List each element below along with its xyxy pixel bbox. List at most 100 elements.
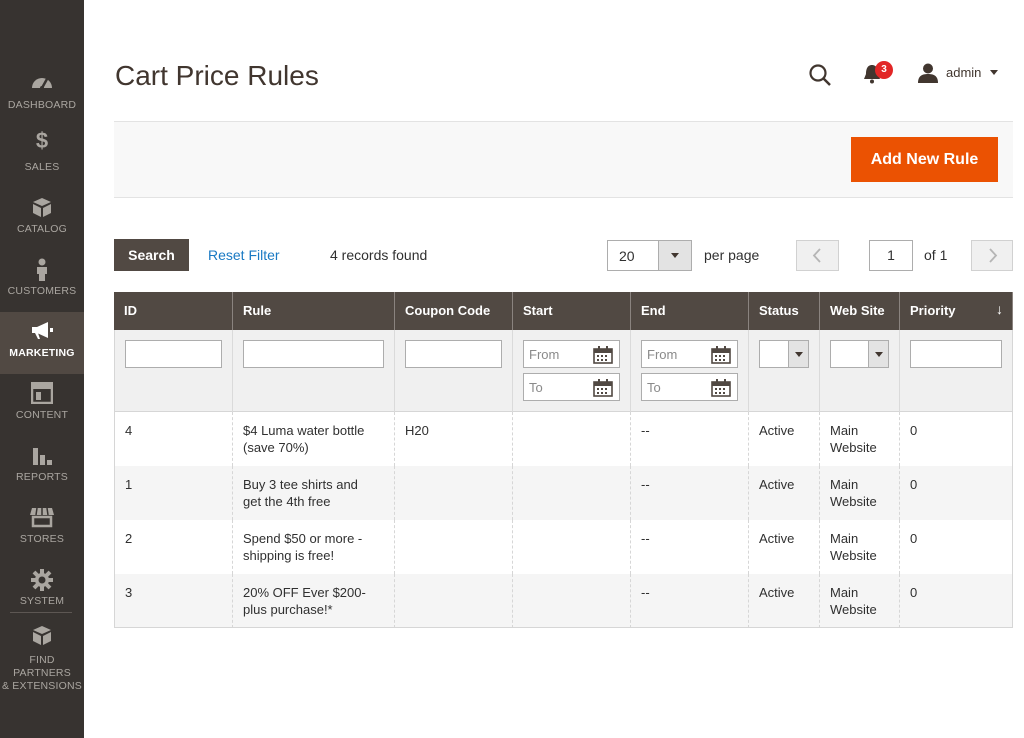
nav-label: CONTENT — [15, 409, 69, 421]
filter-end-to-input[interactable]: To — [641, 373, 738, 401]
grid-header-row: ID Rule Coupon Code Start End Status Web… — [114, 292, 1013, 330]
nav-label: SYSTEM — [19, 595, 65, 607]
nav-item-sales[interactable]: $ SALES — [0, 126, 84, 188]
next-page-button[interactable] — [971, 240, 1013, 271]
nav-item-customers[interactable]: CUSTOMERS — [0, 250, 84, 312]
cell-id: 4 — [115, 412, 233, 466]
nav-item-marketing[interactable]: MARKETING — [0, 312, 84, 374]
nav-item-find-partners[interactable]: FIND PARTNERS & EXTENSIONS — [0, 622, 84, 692]
filter-cell-id — [115, 330, 233, 412]
cell-start — [513, 520, 631, 574]
cell-website: Main Website — [820, 466, 900, 520]
nav-label: MARKETING — [9, 347, 75, 359]
add-new-rule-button[interactable]: Add New Rule — [851, 137, 998, 182]
select-arrow — [868, 341, 888, 367]
chevron-left-icon — [812, 248, 821, 263]
search-button[interactable]: Search — [114, 239, 189, 271]
user-menu-name[interactable]: admin — [946, 65, 981, 80]
cell-website-line2: Website — [830, 440, 877, 455]
cell-status: Active — [749, 520, 820, 574]
nav-label: SALES — [24, 161, 60, 173]
cell-website: Main Website — [820, 412, 900, 466]
filter-coupon-input[interactable] — [405, 340, 502, 368]
previous-page-button[interactable] — [796, 240, 839, 271]
cell-start — [513, 412, 631, 466]
filter-cell-priority — [900, 330, 1012, 412]
column-header-end[interactable]: End — [631, 292, 749, 330]
calendar-icon[interactable] — [711, 346, 731, 369]
table-row[interactable]: 4 $4 Luma water bottle (save 70%) H20 -- … — [114, 412, 1013, 466]
table-row[interactable]: 1 Buy 3 tee shirts and get the 4th free -… — [114, 466, 1013, 520]
column-header-web-site[interactable]: Web Site — [820, 292, 900, 330]
nav-label: CATALOG — [16, 223, 68, 235]
filter-rule-input[interactable] — [243, 340, 384, 368]
megaphone-icon — [0, 320, 84, 344]
column-header-start[interactable]: Start — [513, 292, 631, 330]
chevron-down-icon[interactable] — [990, 70, 998, 75]
cell-rule: Buy 3 tee shirts and get the 4th free — [233, 466, 395, 520]
calendar-icon[interactable] — [593, 379, 613, 402]
filter-cell-website — [820, 330, 900, 412]
cell-coupon — [395, 574, 513, 628]
column-header-id[interactable]: ID — [114, 292, 233, 330]
chevron-down-icon — [795, 352, 803, 357]
filter-status-select[interactable] — [759, 340, 809, 368]
cell-website-line1: Main — [830, 585, 859, 600]
filter-start-from-input[interactable]: From — [523, 340, 620, 368]
nav-item-reports[interactable]: REPORTS — [0, 436, 84, 498]
per-page-select[interactable]: 20 — [607, 240, 692, 271]
admin-sidebar: DASHBOARD $ SALES CATALOG CUSTOMERS MARK… — [0, 0, 84, 738]
nav-item-stores[interactable]: STORES — [0, 498, 84, 560]
chevron-down-icon — [671, 253, 679, 258]
page-number-input[interactable]: 1 — [869, 240, 913, 271]
cell-end: -- — [631, 412, 749, 466]
gear-icon — [0, 568, 84, 592]
column-header-rule[interactable]: Rule — [233, 292, 395, 330]
cell-status: Active — [749, 466, 820, 520]
chevron-down-icon — [875, 352, 883, 357]
date-placeholder: From — [647, 347, 678, 362]
date-placeholder: To — [529, 380, 543, 395]
column-header-status[interactable]: Status — [749, 292, 820, 330]
page-title: Cart Price Rules — [115, 60, 319, 91]
filter-end-from-input[interactable]: From — [641, 340, 738, 368]
select-arrow — [788, 341, 808, 367]
filter-priority-input[interactable] — [910, 340, 1002, 368]
date-placeholder: To — [647, 380, 661, 395]
filter-website-select[interactable] — [830, 340, 889, 368]
calendar-icon[interactable] — [593, 346, 613, 369]
per-page-dropdown-button[interactable] — [658, 241, 691, 270]
nav-item-dashboard[interactable]: DASHBOARD — [0, 64, 84, 126]
nav-label: DASHBOARD — [7, 99, 77, 111]
nav-item-catalog[interactable]: CATALOG — [0, 188, 84, 250]
cell-status: Active — [749, 574, 820, 628]
grid-filter-row: From To From To — [114, 330, 1013, 412]
storefront-icon — [0, 506, 84, 530]
cell-website-line2: Website — [830, 494, 877, 509]
calendar-icon[interactable] — [711, 379, 731, 402]
cell-website-line2: Website — [830, 548, 877, 563]
cell-coupon — [395, 466, 513, 520]
cell-website-line1: Main — [830, 423, 859, 438]
user-icon[interactable] — [918, 63, 938, 88]
per-page-value: 20 — [619, 248, 635, 264]
filter-start-to-input[interactable]: To — [523, 373, 620, 401]
records-found: 4 records found — [330, 247, 428, 263]
table-row[interactable]: 3 20% OFF Ever $200- plus purchase!* -- A… — [114, 574, 1013, 628]
filter-id-input[interactable] — [125, 340, 222, 368]
cell-priority: 0 — [910, 585, 918, 600]
search-icon[interactable] — [808, 63, 832, 92]
filter-cell-end: From To — [631, 330, 749, 412]
column-header-coupon-code[interactable]: Coupon Code — [395, 292, 513, 330]
bar-chart-icon — [0, 444, 84, 468]
reset-filter-link[interactable]: Reset Filter — [208, 247, 280, 263]
cell-end: -- — [631, 520, 749, 574]
cell-priority: 0 — [910, 423, 918, 438]
nav-item-content[interactable]: CONTENT — [0, 374, 84, 436]
cell-priority: 0 — [910, 477, 918, 492]
per-page-label: per page — [704, 247, 760, 263]
chevron-right-icon — [989, 248, 998, 263]
table-row[interactable]: 2 Spend $50 or more - shipping is free! -… — [114, 520, 1013, 574]
cell-end: -- — [631, 574, 749, 628]
cell-priority: 0 — [910, 531, 918, 546]
